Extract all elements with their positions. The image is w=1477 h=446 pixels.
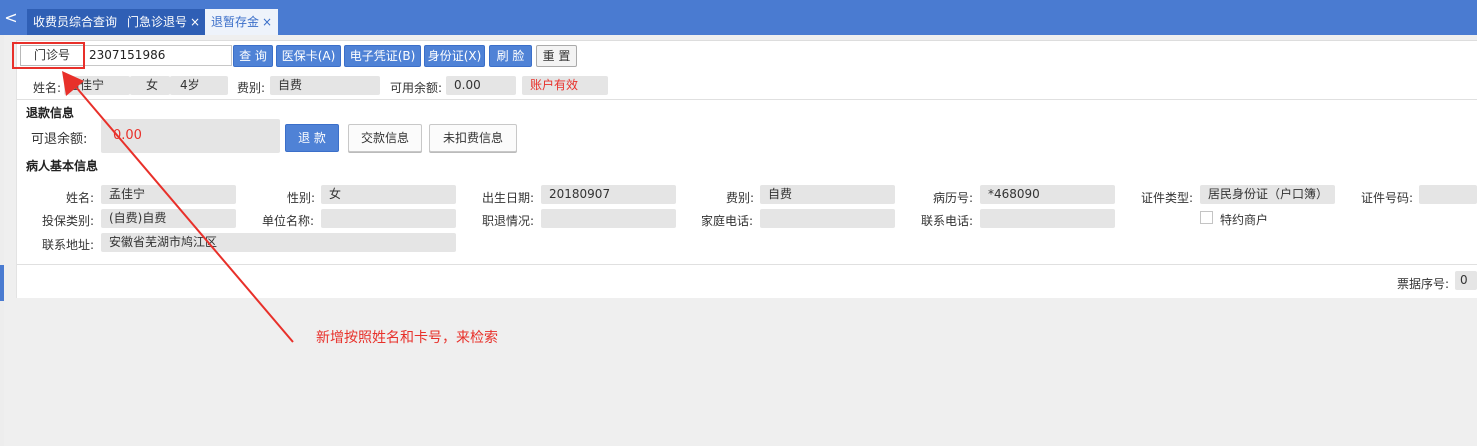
annotation-arrow: [62, 71, 294, 343]
annotation-text: 新增按照姓名和卡号，来检索: [316, 330, 498, 346]
